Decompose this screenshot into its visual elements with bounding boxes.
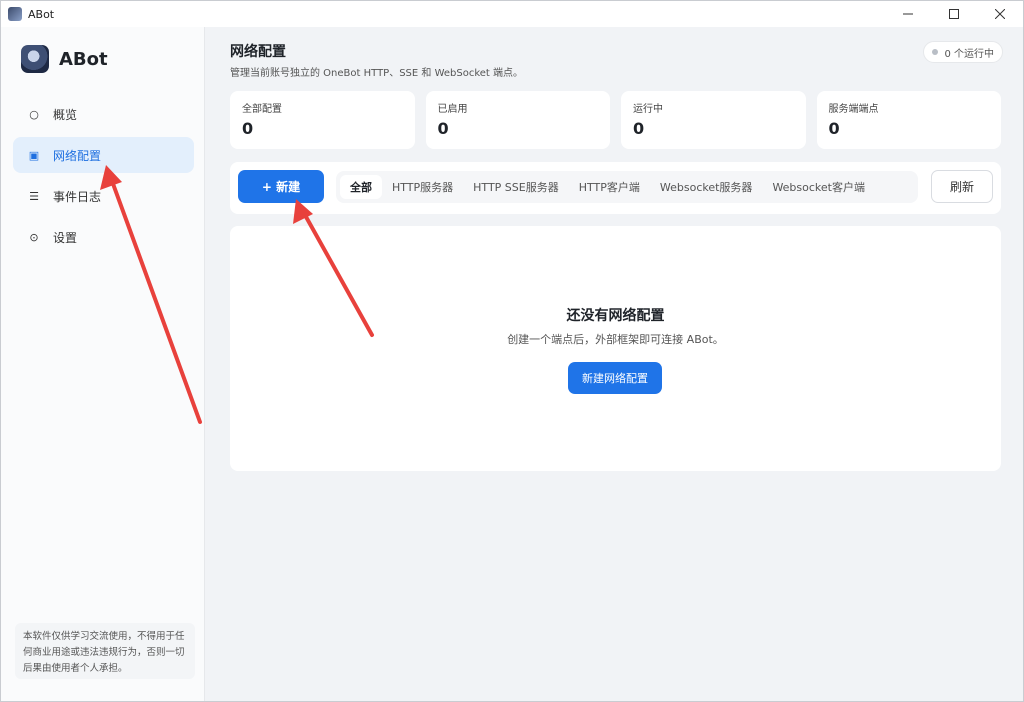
close-icon[interactable] [977, 1, 1023, 27]
stat-label: 全部配置 [242, 104, 282, 115]
maximize-icon[interactable] [931, 1, 977, 27]
app-window: ABot ABot ○ 概览 ▣ 网络配置 ☰ 事件日志 ⊙ 设置 本软件仅供学… [0, 0, 1024, 702]
stat-label: 已启用 [437, 104, 468, 115]
settings-icon: ⊙ [29, 230, 39, 244]
filter-tabs: 全部 HTTP服务器 HTTP SSE服务器 HTTP客户端 Websocket… [336, 171, 918, 203]
running-status-badge: 0 个运行中 [923, 41, 1003, 63]
menu-icon: ☰ [29, 189, 39, 203]
title-bar: ABot [1, 1, 1023, 27]
running-status-text: 0 个运行中 [944, 48, 994, 60]
stat-label: 服务端端点 [828, 104, 879, 115]
sidebar-item-settings[interactable]: ⊙ 设置 [13, 219, 194, 255]
window-title: ABot [28, 7, 55, 21]
minimize-icon[interactable] [885, 1, 931, 27]
page-title: 网络配置 [230, 44, 286, 60]
empty-title: 还没有网络配置 [566, 308, 665, 324]
tab-http-server[interactable]: HTTP服务器 [382, 175, 463, 199]
new-button[interactable]: + 新建 [238, 170, 324, 203]
stat-value: 0 [437, 119, 449, 138]
square-icon: ▣ [28, 148, 40, 162]
main-content: 网络配置 管理当前账号独立的 OneBot HTTP、SSE 和 WebSock… [206, 27, 1023, 701]
tab-http-client[interactable]: HTTP客户端 [569, 175, 650, 199]
stats-row: 全部配置 0 已启用 0 运行中 0 服务端端点 0 [230, 91, 1001, 149]
tab-all[interactable]: 全部 [340, 175, 382, 199]
app-logo [21, 45, 49, 73]
sidebar-item-label: 网络配置 [53, 148, 102, 163]
empty-description: 创建一个端点后，外部框架即可连接 ABot。 [507, 333, 724, 346]
tab-websocket-server[interactable]: Websocket服务器 [650, 175, 763, 199]
stat-label: 运行中 [633, 104, 663, 115]
stat-card-total: 全部配置 0 [230, 91, 415, 149]
sidebar-item-label: 设置 [53, 230, 78, 245]
sidebar-item-event-log[interactable]: ☰ 事件日志 [13, 178, 194, 214]
create-network-config-button[interactable]: 新建网络配置 [568, 362, 662, 394]
brand: ABot [21, 45, 108, 73]
stat-card-enabled: 已启用 0 [425, 91, 610, 149]
sidebar: ABot ○ 概览 ▣ 网络配置 ☰ 事件日志 ⊙ 设置 本软件仅供学习交流使用… [1, 27, 205, 701]
stat-value: 0 [633, 119, 645, 138]
stat-card-running: 运行中 0 [621, 91, 806, 149]
window-controls [885, 1, 1023, 27]
disclaimer: 本软件仅供学习交流使用，不得用于任何商业用途或违法违规行为，否则一切后果由使用者… [15, 623, 195, 679]
stat-value: 0 [242, 119, 254, 138]
brand-name: ABot [59, 48, 108, 70]
tab-websocket-client[interactable]: Websocket客户端 [762, 175, 875, 199]
page-subtitle: 管理当前账号独立的 OneBot HTTP、SSE 和 WebSocket 端点… [230, 68, 524, 79]
refresh-button[interactable]: 刷新 [931, 170, 993, 203]
circle-icon: ○ [29, 107, 39, 121]
stat-value: 0 [828, 119, 840, 138]
status-dot-icon [932, 49, 939, 55]
sidebar-item-label: 概览 [53, 107, 78, 122]
sidebar-item-overview[interactable]: ○ 概览 [13, 96, 194, 132]
sidebar-item-label: 事件日志 [53, 189, 102, 204]
stat-card-server-endpoints: 服务端端点 0 [816, 91, 1001, 149]
empty-state: 还没有网络配置 创建一个端点后，外部框架即可连接 ABot。 新建网络配置 [230, 226, 1001, 471]
app-icon [8, 7, 22, 21]
sidebar-item-network-config[interactable]: ▣ 网络配置 [13, 137, 194, 173]
tab-http-sse-server[interactable]: HTTP SSE服务器 [463, 175, 569, 199]
sidebar-nav: ○ 概览 ▣ 网络配置 ☰ 事件日志 ⊙ 设置 [13, 96, 194, 260]
toolbar: + 新建 全部 HTTP服务器 HTTP SSE服务器 HTTP客户端 Webs… [230, 162, 1001, 214]
